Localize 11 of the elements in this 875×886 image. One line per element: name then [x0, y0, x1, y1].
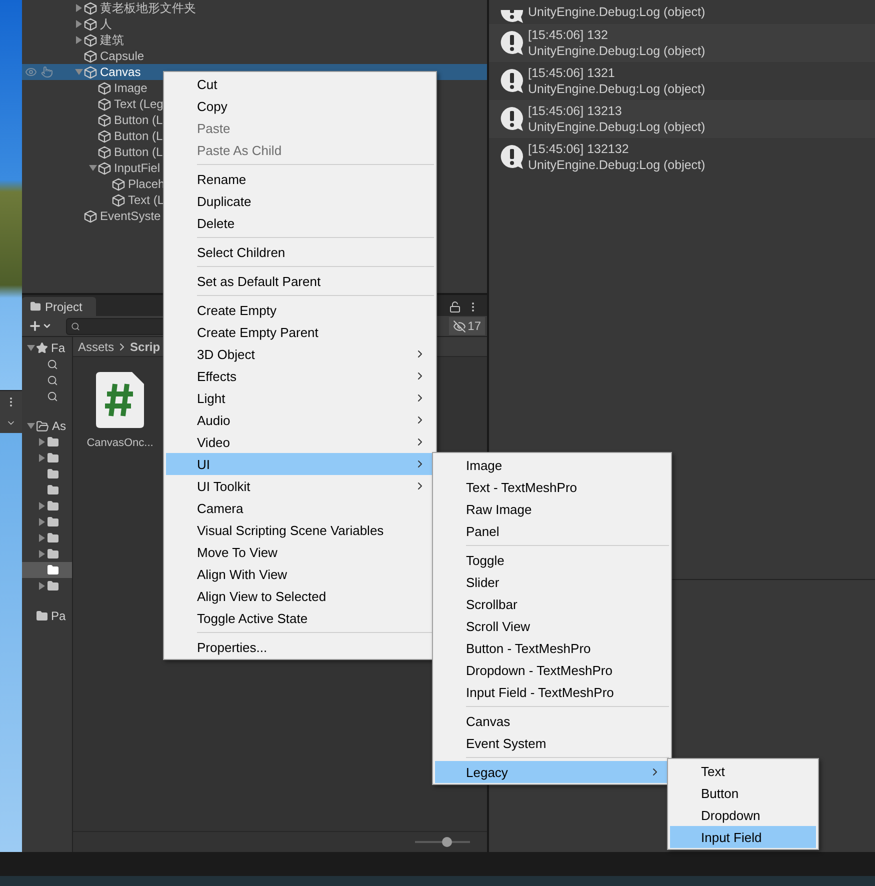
log-header: [15:45:06] 132132: [528, 141, 630, 157]
log-message: UnityEngine.Debug:Log (object): [528, 43, 706, 59]
file-name: CanvasOnc...: [86, 437, 154, 449]
log-header: [15:45:06] 1321: [528, 65, 616, 81]
log-header: [15:45:06] 13213: [528, 103, 623, 119]
hidden-count: 17: [468, 319, 481, 333]
log-message: UnityEngine.Debug:Log (object): [528, 157, 706, 173]
log-message: UnityEngine.Debug:Log (object): [528, 119, 706, 135]
log-message: UnityEngine.Debug:Log (object): [528, 81, 706, 97]
log-message: UnityEngine.Debug:Log (object): [528, 4, 706, 20]
log-header: [15:45:06] 132: [528, 27, 609, 43]
